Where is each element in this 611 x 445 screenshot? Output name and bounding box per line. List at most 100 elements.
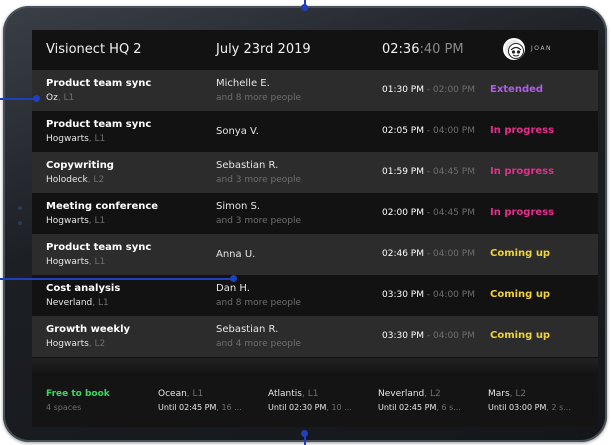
organizer-name: Michelle E. <box>216 78 270 89</box>
start-time: 02:46 PM <box>382 249 424 259</box>
attendee-count: and 3 more people <box>216 175 302 185</box>
attendee-count: and 4 more people <box>216 339 302 349</box>
room-name: Hogwarts <box>46 339 89 349</box>
start-time: 02:00 PM <box>382 208 424 218</box>
free-room-capacity: , 16 ... <box>216 403 242 412</box>
attendee-count: and 8 more people <box>216 298 302 308</box>
meeting-title: Product team sync <box>46 119 152 130</box>
free-room-name: Neverland, L2 <box>378 389 482 399</box>
meeting-row[interactable]: Copywriting Holodeck, L2 Sebastian R. and 3… <box>32 152 598 193</box>
status-badge: In progress <box>490 166 555 177</box>
free-until-time: Until 02:45 PM <box>378 403 437 412</box>
time-hours-minutes: 02:36 <box>382 42 420 57</box>
free-to-book-footer: Free to book 4 spaces Ocean, L1 Until 02:… <box>32 376 598 427</box>
free-room-item[interactable]: Atlantis, L1 Until 02:30 PM, 10 ... <box>268 389 372 412</box>
end-time: - 02:00 PM <box>424 85 475 95</box>
callout-dot-left-2 <box>230 275 237 282</box>
callout-dot-top <box>301 4 308 11</box>
sensor-dot <box>18 221 22 225</box>
callout-line-left-2 <box>0 278 234 280</box>
callout-dot-bottom <box>301 430 308 437</box>
meeting-time: 02:46 PM - 04:00 PM <box>382 249 475 259</box>
callout-dot-left-1 <box>33 95 40 102</box>
partially-hidden-row <box>32 358 598 376</box>
status-badge: In progress <box>490 207 555 218</box>
current-time: 02:36:40 PM <box>382 42 464 57</box>
free-until: Until 02:30 PM, 10 ... <box>268 403 372 412</box>
free-room-capacity: , 10 ... <box>326 403 352 412</box>
end-time: - 04:00 PM <box>424 331 475 341</box>
meeting-row[interactable]: Growth weekly Hogwarts, L2 Sebastian R. and… <box>32 316 598 357</box>
free-room-item[interactable]: Neverland, L2 Until 02:45 PM, 6 s... <box>378 389 482 412</box>
room-schedule-screen: Visionect HQ 2 July 23rd 2019 02:36:40 P… <box>32 30 598 427</box>
free-room-level: , L1 <box>186 389 204 399</box>
end-time: - 04:45 PM <box>424 208 475 218</box>
free-room-capacity: , 2 s... <box>546 403 571 412</box>
room-name: Hogwarts <box>46 134 89 144</box>
free-spaces-count: 4 spaces <box>46 403 82 412</box>
meeting-row[interactable]: Product team sync Oz, L1 Michelle E. and 8 … <box>32 70 598 111</box>
meeting-time: 02:00 PM - 04:45 PM <box>382 208 475 218</box>
organizer-name: Sonya V. <box>216 126 259 137</box>
free-room-title: Ocean <box>158 389 187 399</box>
meeting-title: Growth weekly <box>46 324 131 335</box>
meeting-time: 03:30 PM - 04:00 PM <box>382 290 475 300</box>
current-date: July 23rd 2019 <box>216 42 311 57</box>
end-time: - 04:00 PM <box>424 249 475 259</box>
room-level: , L1 <box>88 216 106 226</box>
start-time: 01:30 PM <box>382 85 424 95</box>
meeting-room: Hogwarts, L1 <box>46 257 105 267</box>
location-title: Visionect HQ 2 <box>46 42 142 57</box>
free-room-item[interactable]: Ocean, L1 Until 02:45 PM, 16 ... <box>158 389 262 412</box>
room-level: , L1 <box>92 298 109 308</box>
status-badge: Coming up <box>490 330 551 341</box>
room-level: , L2 <box>88 339 106 349</box>
room-level: , L2 <box>87 175 105 185</box>
organizer-name: Sebastian R. <box>216 160 279 171</box>
free-until: Until 02:45 PM, 6 s... <box>378 403 482 412</box>
free-room-title: Neverland <box>378 389 425 399</box>
status-badge: In progress <box>490 125 555 136</box>
attendee-count: and 8 more people <box>216 93 302 103</box>
free-until-time: Until 02:30 PM <box>268 403 327 412</box>
meeting-row[interactable]: Product team sync Hogwarts, L1 Sonya V. 02:… <box>32 111 598 152</box>
room-level: , L1 <box>88 257 106 267</box>
organizer-name: Sebastian R. <box>216 324 279 335</box>
joan-logo-icon <box>503 38 525 60</box>
room-name: Hogwarts <box>46 257 89 267</box>
meeting-time: 02:05 PM - 04:00 PM <box>382 126 475 136</box>
meeting-title: Copywriting <box>46 160 114 171</box>
logo-text: JOAN <box>531 45 552 52</box>
meeting-title: Meeting conference <box>46 201 159 212</box>
start-time: 03:30 PM <box>382 290 424 300</box>
meeting-row[interactable]: Product team sync Hogwarts, L1 Anna U. 02:4… <box>32 234 598 275</box>
free-room-level: , L2 <box>424 389 441 399</box>
free-room-name: Ocean, L1 <box>158 389 262 399</box>
free-room-item[interactable]: Mars, L2 Until 03:00 PM, 2 s... <box>488 389 592 412</box>
meeting-time: 03:30 PM - 04:00 PM <box>382 331 475 341</box>
end-time: - 04:00 PM <box>424 290 475 300</box>
header: Visionect HQ 2 July 23rd 2019 02:36:40 P… <box>32 30 598 70</box>
callout-line-left-1 <box>0 98 36 100</box>
room-level: , L1 <box>57 93 75 103</box>
meeting-row[interactable]: Meeting conference Hogwarts, L1 Simon S. an… <box>32 193 598 234</box>
time-seconds: :40 PM <box>419 42 464 57</box>
free-room-capacity: , 6 s... <box>436 403 461 412</box>
status-badge: Extended <box>490 84 544 95</box>
meeting-title: Product team sync <box>46 78 152 89</box>
end-time: - 04:45 PM <box>424 167 475 177</box>
room-name: Neverland <box>46 298 93 308</box>
meeting-room: Hogwarts, L2 <box>46 339 105 349</box>
free-until-time: Until 03:00 PM <box>488 403 547 412</box>
meeting-row[interactable]: Cost analysis Neverland, L1 Dan H. and 8 mo… <box>32 275 598 316</box>
free-to-book-label: Free to book <box>46 389 110 399</box>
meeting-room: Neverland, L1 <box>46 298 109 308</box>
start-time: 03:30 PM <box>382 331 424 341</box>
organizer-name: Anna U. <box>216 249 256 260</box>
free-room-name: Mars, L2 <box>488 389 592 399</box>
room-name: Holodeck <box>46 175 88 185</box>
meeting-list: Product team sync Oz, L1 Michelle E. and 8 … <box>32 70 598 357</box>
organizer-name: Simon S. <box>216 201 261 212</box>
free-room-title: Mars <box>488 389 510 399</box>
start-time: 02:05 PM <box>382 126 424 136</box>
